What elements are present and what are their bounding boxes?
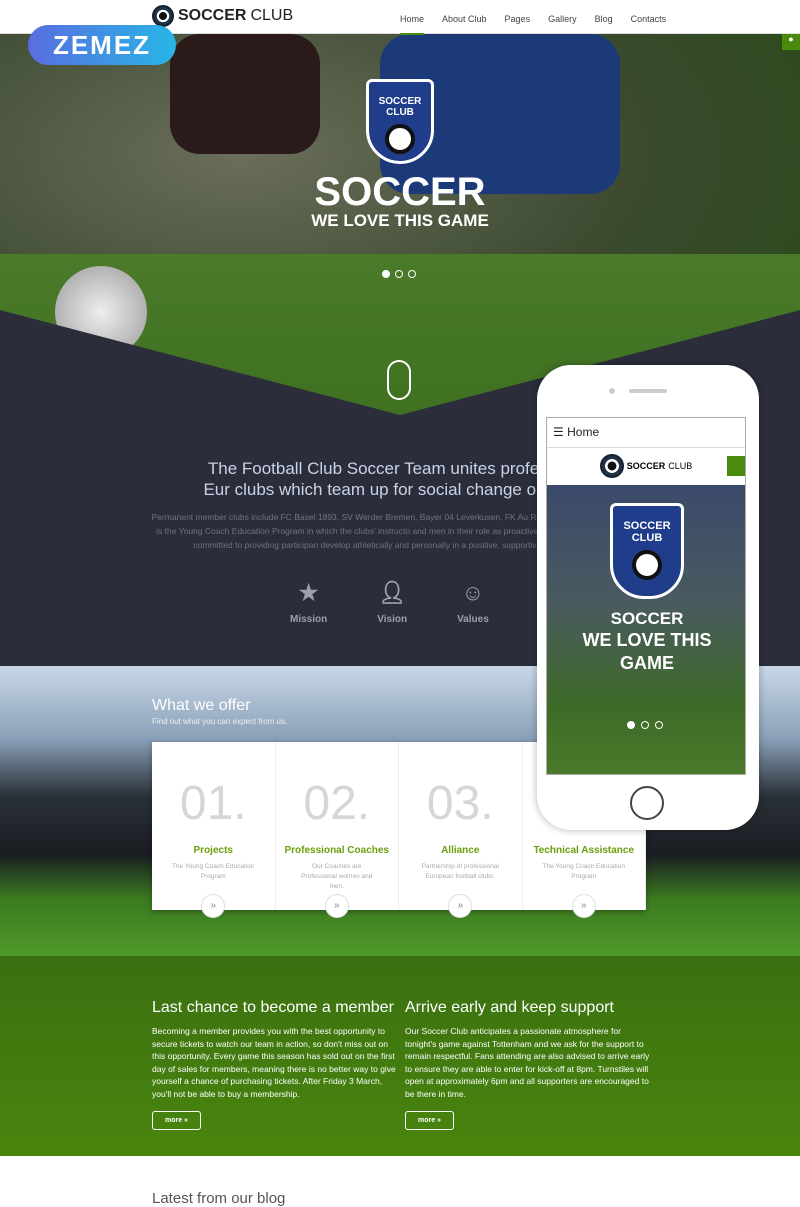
card-title: Professional Coaches	[284, 845, 389, 856]
phone-menu-label: Home	[567, 425, 600, 439]
blog-title: Latest from our blog	[152, 1190, 286, 1207]
value-label: Vision	[377, 614, 408, 625]
phone-camera	[609, 388, 615, 394]
phone-slider-dots	[627, 721, 663, 729]
soccer-ball-icon	[152, 5, 174, 27]
phone-screen: ☰ Home SOCCER CLUB SOCCER CLUB SOCCER WE …	[546, 417, 746, 775]
value-mission[interactable]: ★ Mission	[290, 580, 327, 625]
slide-dot[interactable]	[395, 270, 403, 278]
nav-pages[interactable]: Pages	[505, 14, 531, 35]
phone-speaker	[629, 389, 667, 393]
column-text: Becoming a member provides you with the …	[152, 1026, 396, 1099]
column-title: Last chance to become a member	[152, 999, 394, 1016]
card-text: The Young Coach Education Program	[542, 863, 625, 880]
phone-hero-title: SOCCER	[610, 609, 684, 628]
badge-text: SOCCER CLUB	[623, 520, 671, 544]
login-user-icon[interactable]: ●	[782, 34, 800, 50]
user-icon: 👤︎	[378, 580, 407, 605]
card-text: Partnership of professional European foo…	[421, 863, 499, 880]
phone-home-button	[630, 786, 664, 820]
badge-ball-icon	[632, 550, 662, 580]
offer-subtitle: Find out what you can expect from us.	[152, 717, 288, 726]
site-logo[interactable]: SOCCER CLUB	[152, 5, 293, 27]
slide-dot[interactable]	[382, 270, 390, 278]
phone-mockup: ☰ Home SOCCER CLUB SOCCER CLUB SOCCER WE …	[537, 365, 759, 830]
card-title: Alliance	[441, 845, 480, 856]
nav-blog[interactable]: Blog	[595, 14, 613, 35]
logo-light: CLUB	[250, 7, 294, 24]
chevron-right-icon[interactable]: »	[324, 894, 349, 918]
star-icon: ★	[298, 580, 319, 605]
card-number: 02.	[303, 777, 371, 830]
card-text: The Young Coach Education Program	[172, 863, 255, 880]
value-vision[interactable]: 👤︎ Vision	[377, 580, 407, 625]
member-column: Last chance to become a member Becoming a…	[152, 999, 397, 1130]
member-column: Arrive early and keep support Our Soccer …	[405, 999, 650, 1130]
logo-bold: SOCCER	[178, 7, 247, 24]
offer-card: 01. Projects The Young Coach Education Pro…	[152, 742, 276, 918]
slide-dot[interactable]	[641, 721, 649, 729]
phone-login-icon[interactable]	[727, 456, 745, 476]
phone-logo-bold: SOCCER	[626, 461, 666, 471]
card-text: Our Coaches are Professional women and m…	[301, 863, 373, 890]
badge-text: SOCCER CLUB	[378, 96, 422, 118]
player-shape	[170, 34, 320, 154]
offer-card: 02. Professional Coaches Our Coaches are P…	[276, 742, 399, 918]
more-button[interactable]: more »	[152, 1110, 201, 1130]
phone-menu-bar[interactable]: ☰ Home	[547, 418, 745, 448]
values-row: ★ Mission 👤︎ Vision ☺ Values	[290, 580, 489, 625]
card-number: 01.	[179, 777, 247, 830]
more-button[interactable]: more »	[405, 1110, 454, 1130]
slider-dots	[382, 270, 416, 278]
member-section	[0, 956, 800, 1156]
zemez-watermark: ZEMEZ	[28, 25, 176, 65]
value-values[interactable]: ☺ Values	[457, 580, 489, 625]
slide-dot[interactable]	[408, 270, 416, 278]
nav-contacts[interactable]: Contacts	[631, 14, 667, 35]
slide-dot[interactable]	[655, 721, 663, 729]
badge-ball-icon	[385, 124, 415, 154]
slide-dot[interactable]	[627, 721, 635, 729]
column-text: Our Soccer Club anticipates a passionate…	[405, 1026, 650, 1099]
card-number: 03.	[426, 777, 494, 830]
club-badge: SOCCER CLUB	[366, 79, 434, 164]
phone-hero: SOCCER CLUB SOCCER WE LOVE THIS GAME	[547, 485, 745, 774]
hamburger-icon[interactable]: ☰	[553, 425, 564, 439]
soccer-ball-icon	[599, 454, 624, 478]
phone-hero-subtitle: WE LOVE THIS GAME	[582, 630, 712, 673]
hero-subtitle: WE LOVE THIS GAME	[311, 211, 489, 230]
card-title: Projects	[193, 845, 233, 856]
hero-title: SOCCER	[314, 170, 486, 214]
phone-logo-light: CLUB	[668, 461, 693, 471]
scroll-mouse-icon[interactable]	[387, 360, 411, 400]
phone-logo: SOCCER CLUB	[547, 448, 745, 484]
column-title: Arrive early and keep support	[405, 999, 614, 1016]
offer-card: 03. Alliance Partnership of professional E…	[399, 742, 523, 918]
value-label: Mission	[290, 614, 328, 625]
nav-home[interactable]: Home	[400, 14, 425, 35]
value-label: Values	[457, 614, 489, 625]
smiley-icon: ☺	[461, 580, 485, 605]
phone-badge: SOCCER CLUB	[610, 503, 684, 599]
offer-title: What we offer	[152, 697, 251, 714]
nav-about-club[interactable]: About Club	[442, 14, 487, 35]
main-nav: Home About Club Pages Gallery Blog Conta…	[400, 14, 666, 35]
nav-gallery[interactable]: Gallery	[548, 14, 577, 35]
card-title: Technical Assistance	[533, 845, 635, 856]
chevron-right-icon[interactable]: »	[571, 894, 596, 918]
